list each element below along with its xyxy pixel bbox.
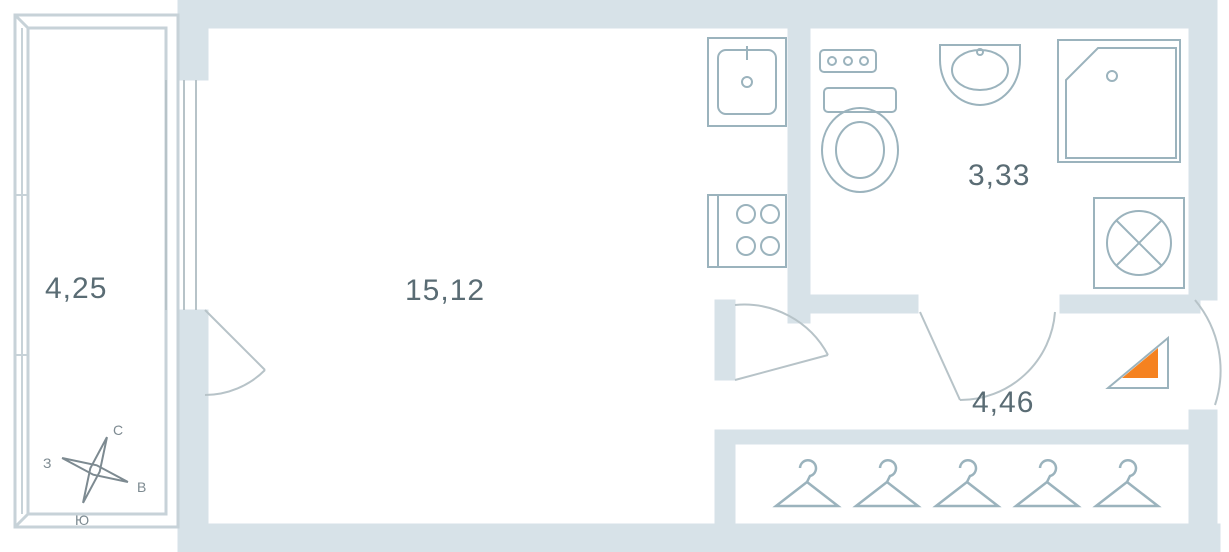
washing-machine bbox=[1094, 198, 1184, 288]
compass-s: Ю bbox=[75, 512, 89, 528]
toilet bbox=[822, 88, 898, 192]
label-bathroom: 3,33 bbox=[968, 159, 1030, 192]
compass-e: В bbox=[137, 479, 146, 495]
compass: С Ю В З bbox=[43, 422, 146, 528]
floor-plan: С Ю В З 4,25 15,12 3,33 4,46 bbox=[0, 0, 1229, 552]
entry-direction-triangle bbox=[1108, 338, 1168, 388]
compass-n: С bbox=[113, 422, 123, 438]
walls bbox=[178, 0, 1220, 552]
balcony-outline bbox=[15, 15, 178, 527]
wardrobe-hangers bbox=[776, 460, 1158, 506]
bathroom-sink bbox=[940, 45, 1020, 105]
balcony-glazing bbox=[15, 28, 28, 514]
label-hallway: 4,46 bbox=[972, 386, 1034, 419]
label-balcony: 4,25 bbox=[45, 272, 107, 305]
faucet-trio bbox=[820, 50, 876, 72]
compass-w: З bbox=[43, 455, 51, 471]
kitchen-sink bbox=[708, 38, 786, 126]
label-main: 15,12 bbox=[405, 274, 485, 307]
hallway-door bbox=[735, 305, 828, 380]
shower bbox=[1058, 40, 1180, 162]
entry-door bbox=[1195, 300, 1221, 405]
stove bbox=[708, 195, 786, 267]
